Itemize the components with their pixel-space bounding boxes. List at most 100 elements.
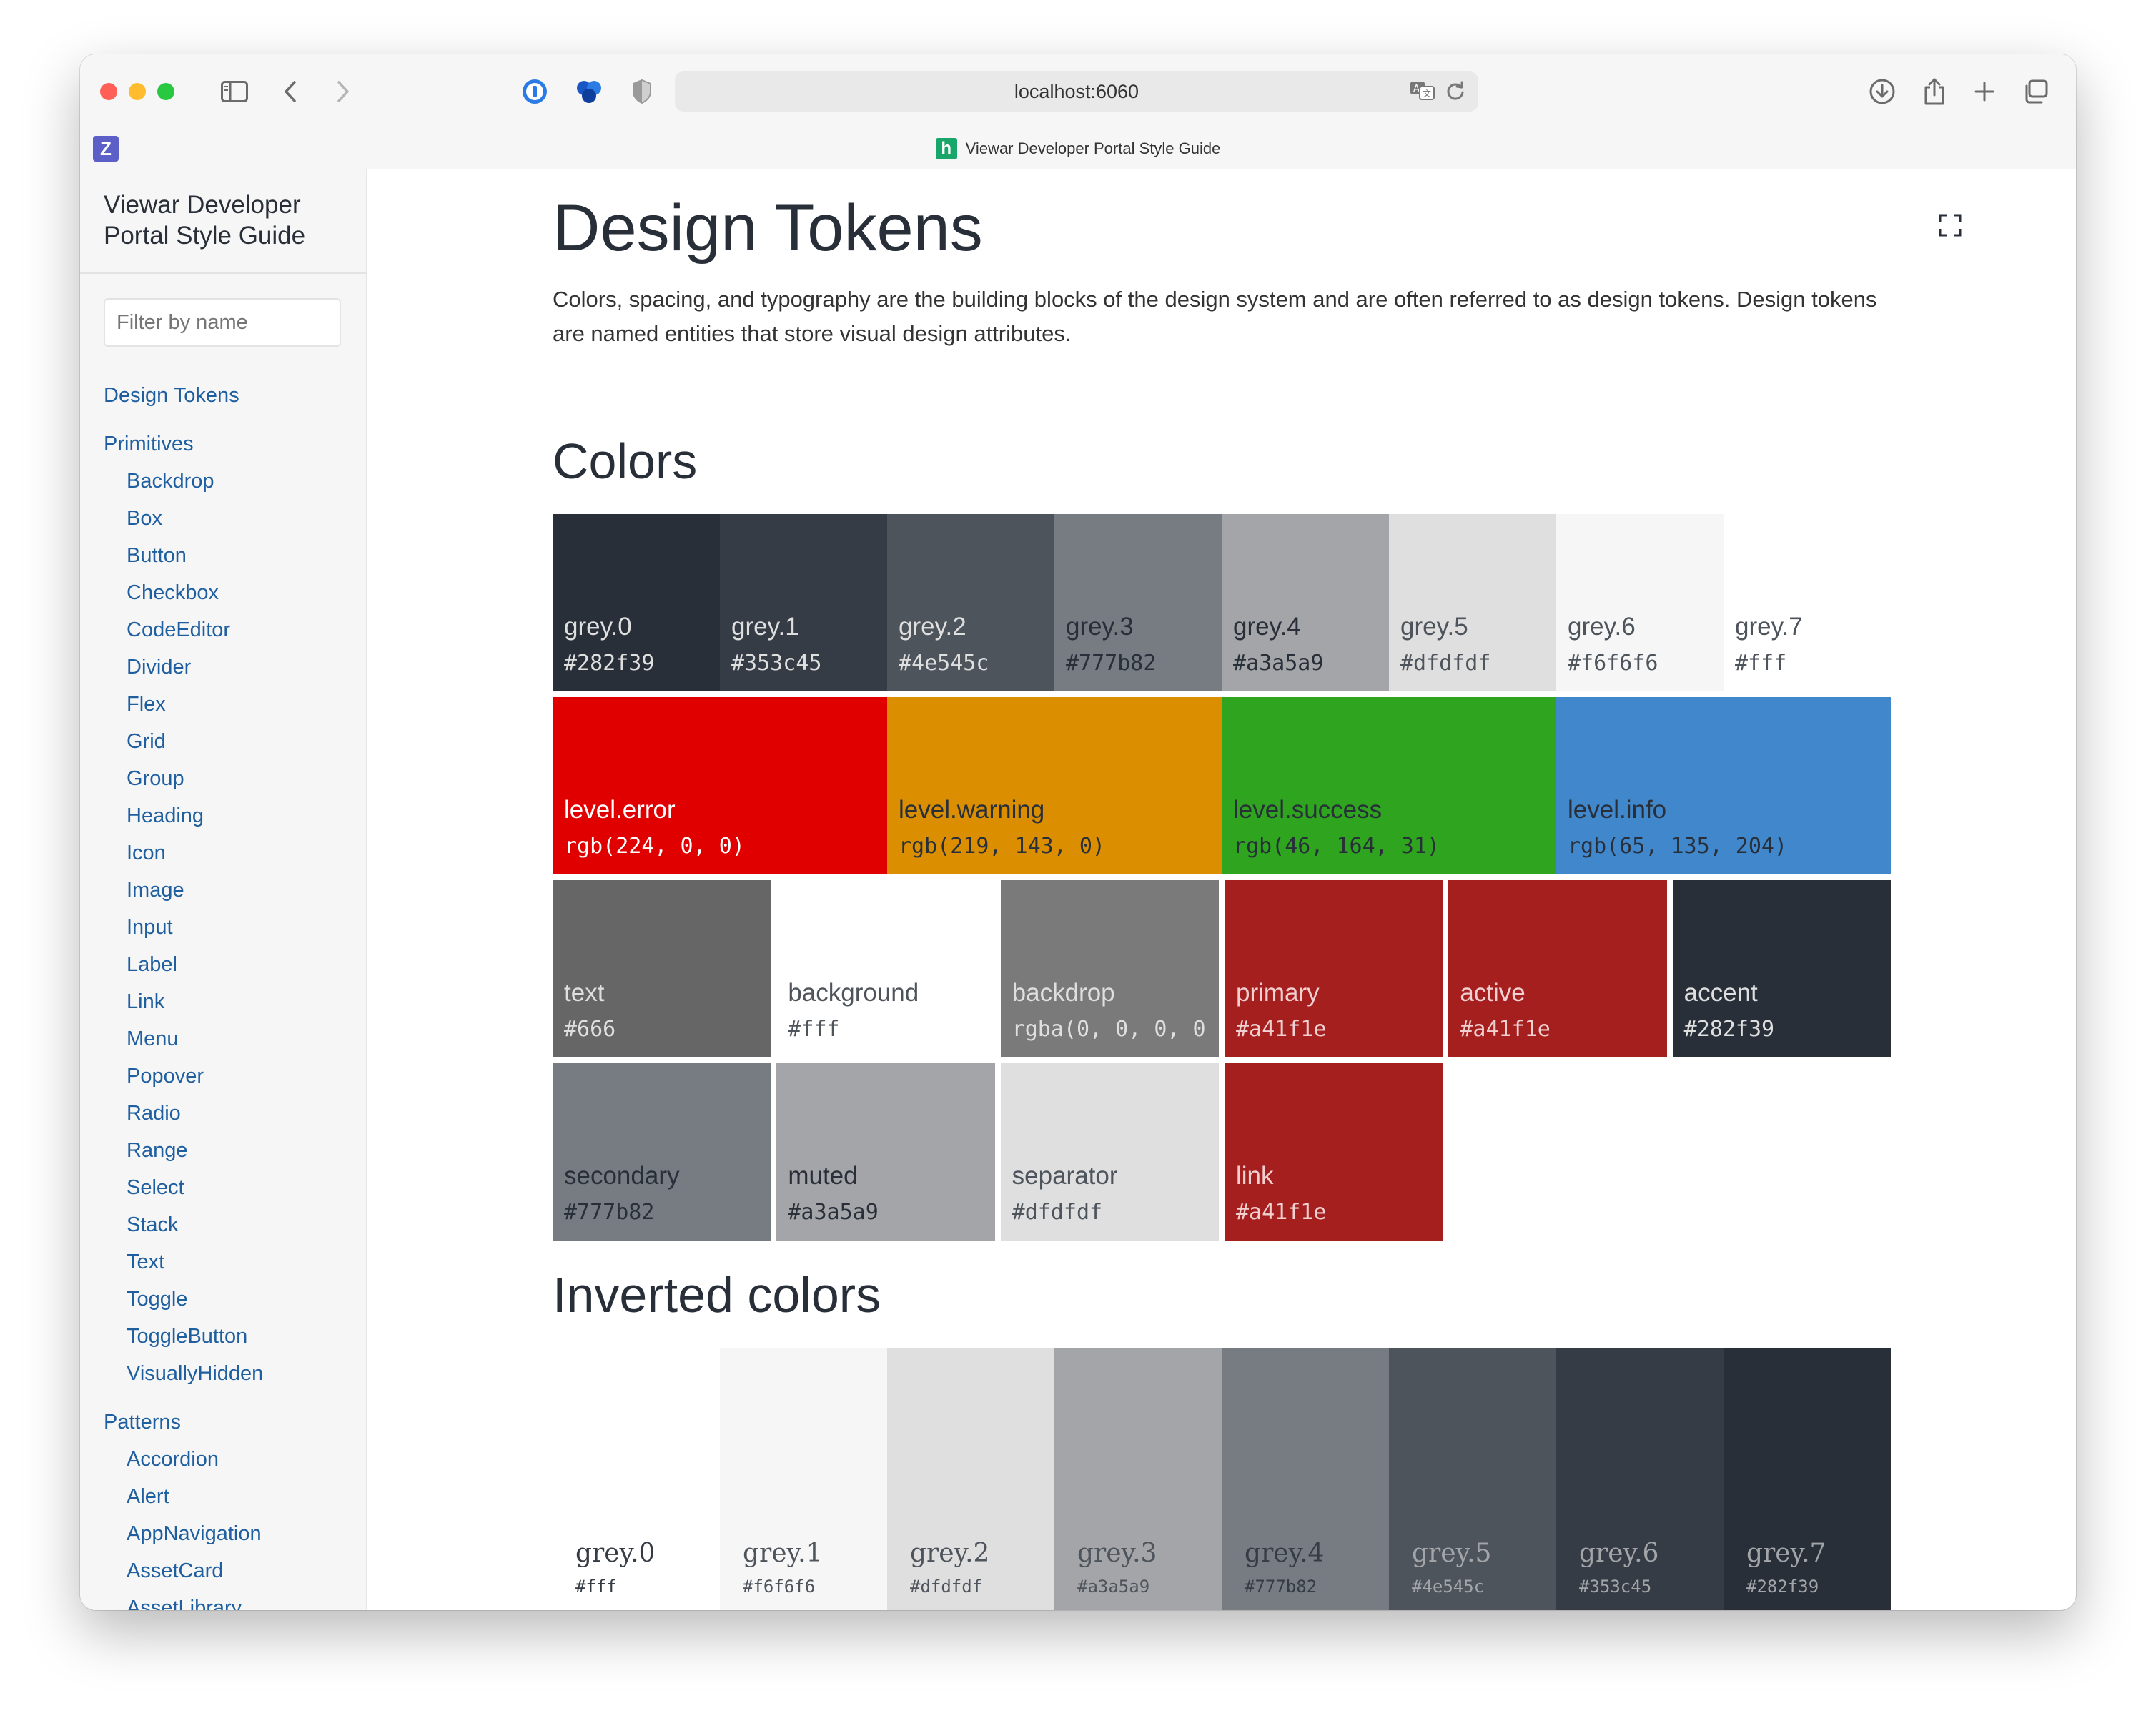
nav-item-accordion[interactable]: Accordion [80,1441,366,1478]
swatch-value: #a3a5a9 [1077,1577,1150,1597]
nav-item-popover[interactable]: Popover [80,1057,366,1095]
nav-item-backdrop[interactable]: Backdrop [80,463,366,500]
nav-item-checkbox[interactable]: Checkbox [80,574,366,611]
semantic-swatch-row-1: text #666 background #fff backdrop rgba(0, 0,… [553,880,1891,1057]
close-window-button[interactable] [100,83,117,100]
extension-icon[interactable] [572,74,606,109]
nav-item-toggle[interactable]: Toggle [80,1281,366,1318]
nav-section-patterns[interactable]: Patterns [80,1404,366,1441]
nav-item-heading[interactable]: Heading [80,797,366,834]
nav-item-group[interactable]: Group [80,760,366,797]
nav-item-divider[interactable]: Divider [80,649,366,686]
color-swatch-grey-1: grey.1 #f6f6f6 [720,1348,887,1610]
browser-toolbar: localhost:6060 A文 [80,54,2076,129]
swatch-value: rgb(224, 0, 0) [564,834,745,859]
translate-icon[interactable]: A文 [1410,80,1435,107]
nav-item-link[interactable]: Link [80,983,366,1020]
new-tab-icon[interactable] [1970,74,1999,109]
color-swatch-grey-4: grey.4 #777b82 [1222,1348,1389,1610]
share-icon[interactable] [1920,74,1949,109]
nav-item-label[interactable]: Label [80,946,366,983]
swatch-name: text [564,979,605,1007]
swatch-name: accent [1683,979,1758,1007]
nav-item-visuallyhidden[interactable]: VisuallyHidden [80,1355,366,1392]
nav-item-flex[interactable]: Flex [80,686,366,723]
nav-item-appnavigation[interactable]: AppNavigation [80,1515,366,1552]
swatch-value: #fff [1735,651,1787,676]
address-bar[interactable]: localhost:6060 A文 [675,72,1478,112]
swatch-name: grey.0 [575,1539,656,1568]
filter-input[interactable] [104,298,341,347]
color-swatch-backdrop: backdrop rgba(0, 0, 0, 0 [1000,880,1219,1057]
nav-item-codeeditor[interactable]: CodeEditor [80,611,366,649]
swatch-value: #dfdfdf [1400,651,1491,676]
password-icon[interactable] [519,74,550,109]
swatch-value: #282f39 [1683,1017,1775,1042]
nav-item-alert[interactable]: Alert [80,1478,366,1515]
swatch-name: grey.3 [1066,613,1134,641]
tabs-overview-icon[interactable] [2020,74,2052,109]
nav-item-text[interactable]: Text [80,1243,366,1281]
swatch-name: level.success [1233,796,1383,824]
swatch-value: #777b82 [1245,1577,1317,1597]
color-swatch-grey-2: grey.2 #4e545c [887,514,1054,691]
svg-text:A: A [1413,84,1420,94]
nav-section-primitives[interactable]: Primitives [80,425,366,463]
color-swatch-accent: accent #282f39 [1672,880,1891,1057]
swatch-value: #a3a5a9 [788,1200,879,1225]
nav-section-design-tokens[interactable]: Design Tokens [80,377,366,414]
nav-item-button[interactable]: Button [80,537,366,574]
color-swatch-text: text #666 [553,880,771,1057]
nav-item-range[interactable]: Range [80,1132,366,1169]
nav-item-select[interactable]: Select [80,1169,366,1206]
zoom-window-button[interactable] [157,83,174,100]
swatch-value: #fff [788,1017,840,1042]
color-swatch-grey-5: grey.5 #4e545c [1389,1348,1556,1610]
swatch-value: #777b82 [564,1200,655,1225]
page-title: Design Tokens [553,192,983,265]
nav-item-icon[interactable]: Icon [80,834,366,872]
minimize-window-button[interactable] [129,83,146,100]
swatch-name: link [1236,1162,1274,1190]
color-swatch-grey-5: grey.5 #dfdfdf [1389,514,1556,691]
color-swatch-level-warning: level.warning rgb(219, 143, 0) [887,697,1222,874]
swatch-name: grey.0 [564,613,632,641]
nav-item-box[interactable]: Box [80,500,366,537]
nav-item-stack[interactable]: Stack [80,1206,366,1243]
back-icon[interactable] [276,74,305,109]
fullscreen-icon[interactable] [1939,214,1962,237]
swatch-value: #666 [564,1017,616,1042]
swatch-name: active [1460,979,1525,1007]
color-swatch-grey-3: grey.3 #a3a5a9 [1054,1348,1222,1610]
swatch-name: separator [1012,1162,1118,1190]
swatch-value: #282f39 [564,651,655,676]
reload-icon[interactable] [1445,80,1465,107]
tab-bar: Z h Viewar Developer Portal Style Guide [80,129,2076,169]
swatch-name: grey.6 [1568,613,1636,641]
swatch-value: rgb(219, 143, 0) [899,834,1105,859]
grey-swatch-row: grey.0 #282f39 grey.1 #353c45 grey.2 #4e545c g… [553,514,1891,691]
swatch-value: #a41f1e [1236,1200,1327,1225]
nav-item-radio[interactable]: Radio [80,1095,366,1132]
sidebar-icon[interactable] [217,74,252,109]
shield-icon[interactable] [628,74,656,109]
nav-item-input[interactable]: Input [80,909,366,946]
forward-icon[interactable] [329,74,357,109]
nav-item-grid[interactable]: Grid [80,723,366,760]
swatch-value: #4e545c [1412,1577,1485,1597]
nav-item-assetcard[interactable]: AssetCard [80,1552,366,1589]
nav-item-togglebutton[interactable]: ToggleButton [80,1318,366,1355]
browser-window: localhost:6060 A文 Z h Viewar Developer P… [80,54,2076,1610]
swatch-name: grey.1 [743,1539,823,1568]
nav-item-assetlibrary[interactable]: AssetLibrary [80,1589,366,1610]
swatch-name: grey.2 [899,613,966,641]
nav-item-menu[interactable]: Menu [80,1020,366,1057]
swatch-name: level.error [564,796,676,824]
nav-item-image[interactable]: Image [80,872,366,909]
download-icon[interactable] [1866,74,1899,109]
active-tab[interactable]: h Viewar Developer Portal Style Guide [80,129,2076,169]
swatch-name: grey.4 [1233,613,1301,641]
semantic-swatch-row-2: secondary #777b82 muted #a3a5a9 separator #df… [553,1063,1891,1241]
favicon-icon: h [935,138,957,159]
sidebar-title[interactable]: Viewar Developer Portal Style Guide [104,189,347,251]
